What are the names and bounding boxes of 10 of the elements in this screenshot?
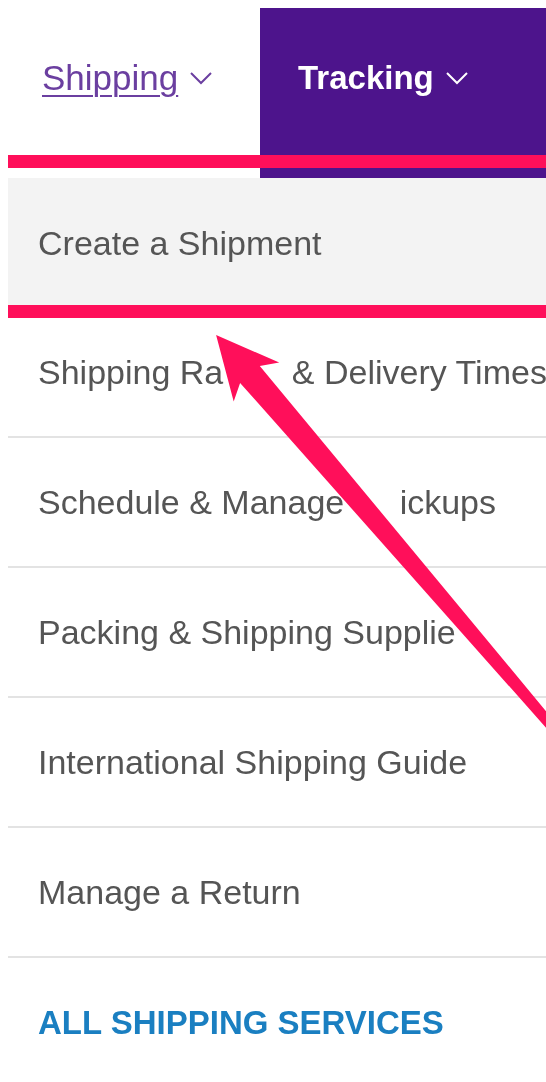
nav-tab[interactable]: Tracking [260,8,546,178]
chevron-down-icon [190,71,213,85]
menu-item[interactable]: Manage a Return [38,866,301,918]
all-services-link[interactable]: ALL SHIPPING SERVICES [38,998,444,1048]
nav-tab[interactable]: Shipping [8,8,260,178]
menu-item[interactable]: Shipping Ra & Delivery Times [38,346,546,398]
menu-item[interactable]: Packing & Shipping Supplie [38,606,456,658]
menu-item[interactable]: Schedule & Manage ickups [38,476,496,528]
menu-item[interactable]: International Shipping Guide [38,736,468,788]
chevron-down-icon [445,71,468,85]
